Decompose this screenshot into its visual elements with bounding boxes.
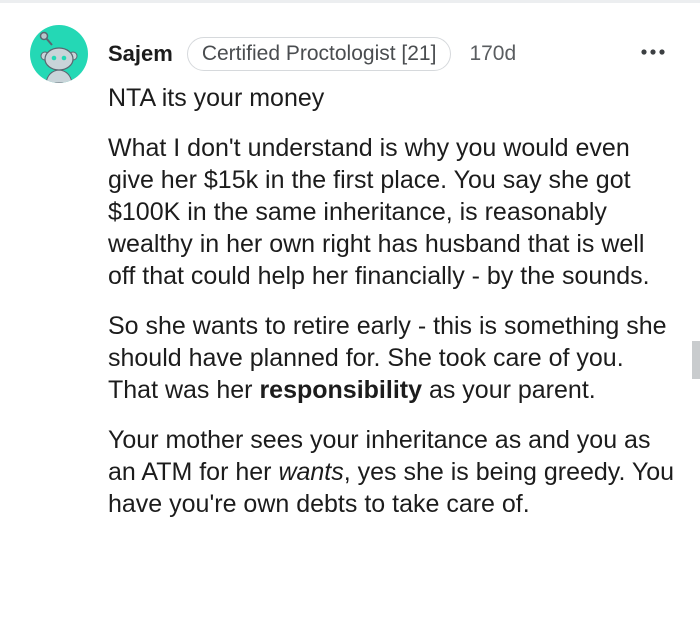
comment-paragraph: NTA its your money <box>108 84 325 112</box>
snoo-avatar-icon <box>39 31 78 83</box>
paragraph-text: as your parent. <box>422 376 596 404</box>
more-horizontal-icon <box>641 49 665 55</box>
username[interactable]: Sajem <box>108 41 173 67</box>
italic-text: wants <box>278 458 344 486</box>
scrollbar-thumb[interactable] <box>692 341 700 379</box>
avatar[interactable] <box>30 25 88 83</box>
comment-header: Sajem Certified Proctologist [21] 170d <box>108 36 516 72</box>
comment-body: NTA its your money What I don't understa… <box>108 82 678 520</box>
comment-paragraph: So she wants to retire early - this is s… <box>108 310 678 406</box>
timestamp[interactable]: 170d <box>469 42 516 66</box>
user-flair: Certified Proctologist [21] <box>186 37 452 71</box>
more-options-button[interactable] <box>638 40 668 64</box>
bold-text: responsibility <box>259 376 422 404</box>
comment-paragraph: Your mother sees your inheritance as and… <box>108 424 678 520</box>
comment: Sajem Certified Proctologist [21] 170d N… <box>0 0 700 639</box>
comment-paragraph: What I don't understand is why you would… <box>108 134 650 290</box>
